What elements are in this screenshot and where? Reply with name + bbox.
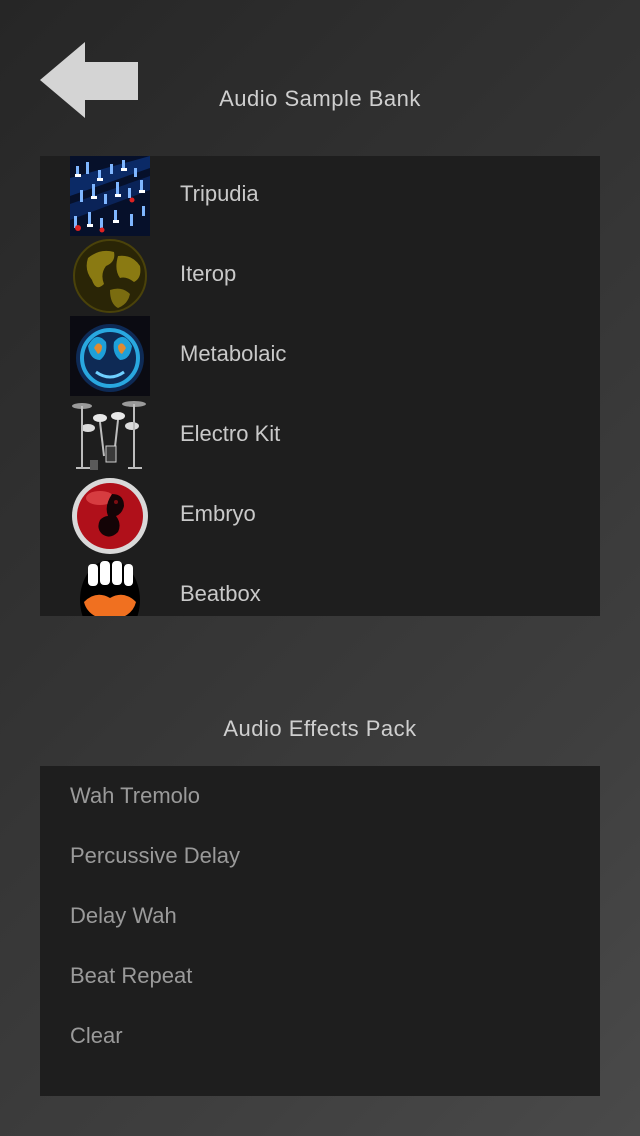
mouth-icon [70,556,150,616]
globe-icon [70,236,150,316]
sample-item-tripudia[interactable]: Tripudia [40,156,600,236]
sample-item-label: Beatbox [180,581,261,606]
sample-item-beatbox[interactable]: Beatbox [40,556,600,616]
sample-item-label: Electro Kit [180,421,281,446]
drum-kit-icon [70,396,150,476]
effect-item-beat-repeat[interactable]: Beat Repeat [40,946,600,1006]
sample-bank-title: Audio Sample Bank [219,86,421,111]
effect-item-wah-tremolo[interactable]: Wah Tremolo [40,766,600,826]
effect-item-percussive-delay[interactable]: Percussive Delay [40,826,600,886]
sample-item-label: Iterop [180,261,237,286]
effect-item-delay-wah[interactable]: Delay Wah [40,886,600,946]
sample-item-metabolaic[interactable]: Metabolaic [40,316,600,396]
sample-item-iterop[interactable]: Iterop [40,236,600,316]
mixer-board-icon [70,156,150,236]
sample-item-label: Embryo [180,501,256,526]
effects-list[interactable]: Wah Tremolo Percussive Delay Delay Wah B… [40,766,600,1096]
effects-pack-title: Audio Effects Pack [223,716,417,741]
sample-item-embryo[interactable]: Embryo [40,476,600,556]
blue-orb-icon [70,316,150,396]
embryo-icon [70,476,150,556]
sample-item-electro-kit[interactable]: Electro Kit [40,396,600,476]
sample-item-label: Metabolaic [180,341,287,366]
effect-item-clear[interactable]: Clear [40,1006,600,1066]
sample-item-label: Tripudia [180,181,259,206]
sample-bank-list[interactable]: Tripudia Iterop Metabolaic Electro Kit E… [40,156,600,616]
